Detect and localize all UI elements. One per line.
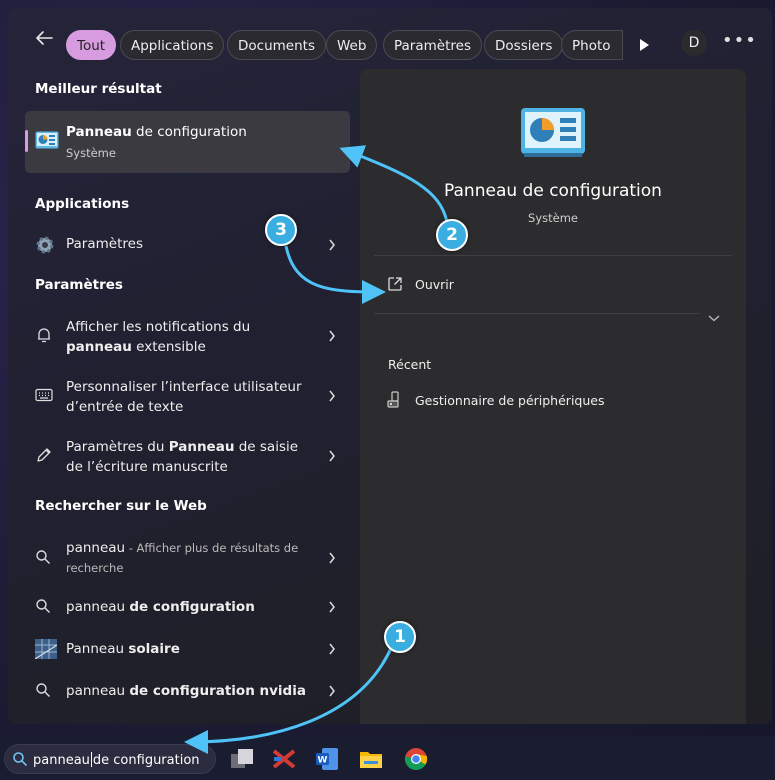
chrome-icon[interactable] [403, 746, 429, 772]
section-best-match: Meilleur résultat [35, 81, 162, 97]
taskbar-search-input[interactable]: panneau de configuration [4, 744, 216, 774]
chevron-right-icon [329, 552, 335, 564]
back-arrow-icon[interactable] [32, 26, 56, 50]
tab-settings[interactable]: Paramètres [383, 30, 482, 60]
details-subtitle: Système [528, 211, 578, 225]
recent-item-device-manager[interactable]: Gestionnaire de périphériques [387, 391, 604, 413]
details-pane: Panneau de configuration Système Ouvrir … [360, 69, 746, 724]
filter-bar: Tout Applications Documents Web Paramètr… [8, 8, 772, 68]
task-view-icon[interactable] [229, 746, 255, 772]
list-item-web-nvidia[interactable]: panneau de configuration nvidia [25, 672, 350, 708]
tab-photos[interactable]: Photo [561, 30, 623, 60]
list-item-web-config[interactable]: panneau de configuration [25, 588, 350, 624]
start-search-panel: Tout Applications Documents Web Paramètr… [8, 8, 772, 724]
search-query: panneau de configuration [33, 752, 200, 768]
best-match-item[interactable]: Panneau de configuration Système [25, 111, 350, 173]
search-icon [13, 752, 28, 767]
vs-code-icon[interactable] [271, 746, 297, 772]
list-item-web-solar[interactable]: Panneau solaire [25, 630, 350, 666]
section-applications: Applications [35, 196, 130, 212]
list-item-label: Personnaliser l’interface utilisateur d’… [66, 379, 302, 415]
list-item-label: Paramètres du Panneau de saisie de l’écr… [66, 439, 299, 475]
more-options-icon[interactable]: ••• [722, 30, 757, 51]
details-title: Panneau de configuration [444, 181, 662, 201]
list-item-web-panneau[interactable]: panneau - Afficher plus de résultats de … [25, 530, 350, 586]
recent-item-label: Gestionnaire de périphériques [415, 393, 605, 408]
chevron-right-icon [329, 450, 335, 462]
search-icon [36, 683, 50, 697]
list-item-settings-app[interactable]: Paramètres [25, 226, 350, 262]
open-label: Ouvrir [415, 277, 454, 292]
selection-indicator [25, 130, 28, 152]
chevron-right-icon [329, 239, 335, 251]
best-match-subtitle: Système [66, 146, 116, 160]
list-item-handwriting-panel[interactable]: Paramètres du Panneau de saisie de l’écr… [25, 428, 350, 484]
text-caret [90, 752, 92, 767]
chevron-right-icon [329, 643, 335, 655]
tab-folders[interactable]: Dossiers [484, 30, 564, 60]
list-item-label: panneau de configuration nvidia [66, 683, 306, 699]
scroll-right-icon[interactable] [638, 38, 650, 52]
list-item-label: panneau de configuration [66, 599, 255, 615]
tab-web[interactable]: Web [326, 30, 378, 60]
list-item-notifications-panel[interactable]: Afficher les notifications du panneau ex… [25, 308, 350, 364]
taskbar: panneau de configuration W [0, 736, 775, 780]
section-settings: Paramètres [35, 277, 123, 293]
chevron-down-icon[interactable] [708, 314, 720, 322]
divider [374, 313, 700, 314]
search-icon [36, 599, 50, 613]
svg-text:W: W [318, 756, 328, 766]
annotation-badge-1: 1 [384, 621, 416, 653]
tab-all[interactable]: Tout [66, 30, 117, 60]
chevron-right-icon [329, 601, 335, 613]
solar-panel-thumbnail [35, 639, 57, 659]
list-item-label: Panneau solaire [66, 641, 180, 657]
keyboard-icon [35, 388, 53, 402]
chevron-right-icon [329, 390, 335, 402]
divider [374, 255, 732, 256]
tab-applications[interactable]: Applications [120, 30, 225, 60]
list-item-label: panneau - Afficher plus de résultats de … [66, 540, 299, 575]
list-item-label: Afficher les notifications du panneau ex… [66, 319, 251, 355]
avatar[interactable]: D [681, 30, 707, 56]
open-external-icon [388, 277, 402, 291]
annotation-badge-3: 3 [265, 214, 297, 246]
results-list: Meilleur résultat Panneau de configurati… [8, 68, 358, 724]
search-icon [36, 550, 50, 564]
word-icon[interactable]: W [314, 746, 340, 772]
file-explorer-icon[interactable] [358, 746, 384, 772]
best-match-title: Panneau de configuration [66, 124, 247, 140]
bell-icon [38, 328, 50, 343]
open-action[interactable]: Ouvrir [387, 276, 454, 296]
annotation-badge-2: 2 [436, 219, 468, 251]
gear-icon [36, 236, 54, 254]
section-web-search: Rechercher sur le Web [35, 498, 207, 514]
list-item-text-input-ui[interactable]: Personnaliser l’interface utilisateur d’… [25, 368, 350, 424]
control-panel-icon [35, 131, 59, 149]
device-manager-icon [387, 391, 399, 408]
control-panel-large-icon [521, 108, 585, 157]
chevron-right-icon [329, 685, 335, 697]
chevron-right-icon [329, 330, 335, 342]
tab-documents[interactable]: Documents [227, 30, 326, 60]
pen-icon [37, 448, 51, 462]
recent-heading: Récent [388, 357, 432, 372]
